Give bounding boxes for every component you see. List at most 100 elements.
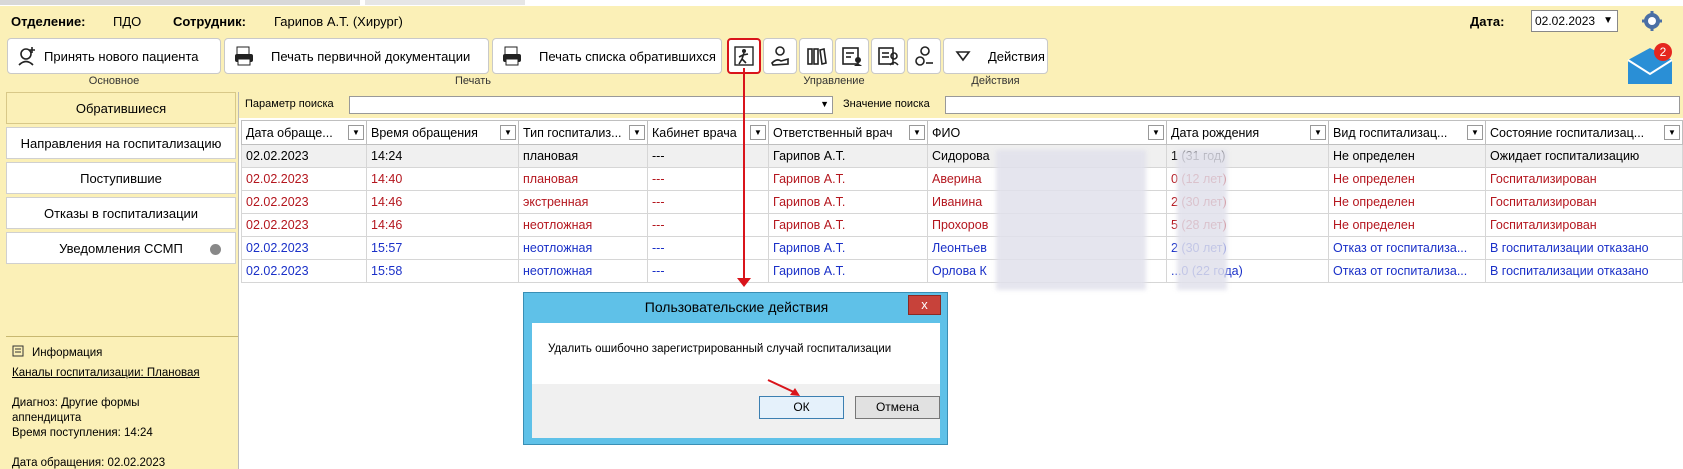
table-cell: Гарипов А.Т. [768, 167, 928, 191]
table-cell: --- [647, 213, 769, 237]
search-value-input[interactable] [945, 96, 1680, 114]
group-label-actions: Действия [971, 75, 1020, 87]
table-cell: 02.02.2023 [241, 259, 367, 283]
person-hand-icon [767, 43, 793, 69]
triangle-down-icon [950, 43, 976, 69]
table-cell: Отказ от госпитализа... [1328, 236, 1486, 260]
department-label: Отделение: [11, 14, 86, 29]
print-list-button[interactable]: Печать списка обратившихся [492, 38, 722, 74]
column-header[interactable]: Кабинет врача ▼ [647, 120, 769, 145]
table-cell: экстренная [518, 190, 648, 214]
info-visit-date: Дата обращения: 02.02.2023 [12, 457, 166, 469]
annotation-arrow [743, 68, 745, 280]
table-cell: Ожидает госпитализацию [1485, 144, 1683, 168]
list-person-button[interactable] [835, 38, 869, 74]
table-cell: Гарипов А.Т. [768, 213, 928, 237]
patient-manage-button[interactable] [763, 38, 797, 74]
info-channel-link[interactable]: Каналы госпитализации: Плановая [12, 366, 232, 381]
column-header[interactable]: Тип госпитализ... ▼ [518, 120, 648, 145]
table-row[interactable]: 02.02.2023 14:40 плановая --- Гарипов А.Т. Ав… [241, 167, 1683, 191]
mail-badge: 2 [1660, 45, 1667, 59]
table-cell: Госпитализирован [1485, 190, 1683, 214]
table-cell: В госпитализации отказано [1485, 236, 1683, 260]
table-row[interactable]: 02.02.2023 15:58 неотложная --- Гарипов А.Т.… [241, 259, 1683, 283]
table-cell: Не определен [1328, 167, 1486, 191]
date-select[interactable]: 02.02.2023 ▼ [1531, 10, 1618, 32]
column-header[interactable]: Дата обраще... ▼ [241, 120, 367, 145]
search-param-select[interactable]: ▼ [349, 96, 833, 114]
cancel-button[interactable]: Отмена [855, 396, 940, 419]
add-person-icon [14, 43, 40, 69]
date-label: Дата: [1470, 14, 1505, 29]
table-row[interactable]: 02.02.2023 14:24 плановая --- Гарипов А.Т. Си… [241, 144, 1683, 168]
new-patient-button[interactable]: Принять нового пациента [7, 38, 221, 74]
sidebar-item-admitted[interactable]: Поступившие [6, 162, 236, 194]
person-exit-icon [731, 43, 757, 69]
table-cell: Госпитализирован [1485, 213, 1683, 237]
person-transfer-icon [911, 43, 937, 69]
table-cell: Гарипов А.Т. [768, 236, 928, 260]
status-dot [210, 244, 221, 255]
sidebar-item-label: Поступившие [80, 170, 162, 186]
info-arrival-time: Время поступления: 14:24 [12, 427, 153, 439]
column-header[interactable]: Дата рождения ▼ [1166, 120, 1329, 145]
sidebar-item-label: Отказы в госпитализации [43, 205, 199, 221]
id-card-button[interactable] [871, 38, 905, 74]
table-cell: Гарипов А.Т. [768, 259, 928, 283]
info-diagnosis: Диагноз: Другие формы [12, 397, 140, 409]
sidebar: Обратившиеся Направления на госпитализац… [4, 92, 238, 469]
column-header[interactable]: ФИО ▼ [927, 120, 1167, 145]
annotation-arrow-small [767, 379, 800, 396]
sidebar-item-label: Уведомления ССМП [59, 240, 183, 256]
table-cell: --- [647, 190, 769, 214]
table-cell: плановая [518, 167, 648, 191]
mail-notifications-icon[interactable]: 2 [1626, 42, 1674, 86]
table-cell: Госпитализирован [1485, 167, 1683, 191]
column-header[interactable]: Ответственный врач ▼ [768, 120, 928, 145]
table-cell: 15:58 [366, 259, 519, 283]
search-value-label: Значение поиска [843, 98, 930, 110]
actions-button[interactable]: Действия [943, 38, 1048, 74]
table-row[interactable]: 02.02.2023 15:57 неотложная --- Гарипов А.Т.… [241, 236, 1683, 260]
info-panel: Информация Каналы госпитализации: Планов… [6, 336, 238, 469]
table-cell: 02.02.2023 [241, 144, 367, 168]
table-cell: 14:24 [366, 144, 519, 168]
sidebar-item-refusals[interactable]: Отказы в госпитализации [6, 197, 236, 229]
column-header[interactable]: Вид госпитализац... ▼ [1328, 120, 1486, 145]
filter-icon: ▼ [1310, 125, 1326, 140]
sidebar-item-applicants[interactable]: Обратившиеся [6, 92, 236, 124]
dialog-title: Пользовательские действия [644, 299, 829, 315]
table-row[interactable]: 02.02.2023 14:46 экстренная --- Гарипов А.Т.… [241, 190, 1683, 214]
annotation-arrow-head [737, 278, 751, 287]
group-label-print: Печать [454, 75, 492, 87]
table-cell: 02.02.2023 [241, 190, 367, 214]
close-button[interactable]: x [908, 295, 941, 315]
user-actions-dialog: Пользовательские действия x Удалить ошиб… [523, 292, 948, 445]
dialog-body: Удалить ошибочно зарегистрированный случ… [532, 323, 940, 438]
table-cell: Гарипов А.Т. [768, 144, 928, 168]
records-button[interactable] [799, 38, 833, 74]
top-strip [0, 0, 1683, 6]
department-value: ПДО [113, 14, 142, 29]
column-header[interactable]: Состояние госпитализац... ▼ [1485, 120, 1683, 145]
table-cell: неотложная [518, 213, 648, 237]
table-cell: 15:57 [366, 236, 519, 260]
sidebar-item-referrals[interactable]: Направления на госпитализацию [6, 127, 236, 159]
dialog-footer: ОК Отмена [532, 384, 940, 438]
column-header[interactable]: Время обращения ▼ [366, 120, 519, 145]
table-cell: --- [647, 236, 769, 260]
info-diagnosis-cont: аппендицита [12, 412, 82, 424]
id-card-icon [875, 43, 901, 69]
table-cell: 02.02.2023 [241, 167, 367, 191]
books-icon [803, 43, 829, 69]
table-cell: 02.02.2023 [241, 213, 367, 237]
person-transfer-button[interactable] [907, 38, 941, 74]
table-cell: Не определен [1328, 190, 1486, 214]
table-row[interactable]: 02.02.2023 14:46 неотложная --- Гарипов А.Т.… [241, 213, 1683, 237]
print-list-label: Печать списка обратившихся [539, 48, 716, 64]
print-primary-button[interactable]: Печать первичной документации [224, 38, 489, 74]
settings-gear-icon[interactable] [1641, 10, 1663, 32]
birthdate-blur [1177, 150, 1227, 290]
filter-icon: ▼ [1664, 125, 1680, 140]
sidebar-item-notifications[interactable]: Уведомления ССМП [6, 232, 236, 264]
